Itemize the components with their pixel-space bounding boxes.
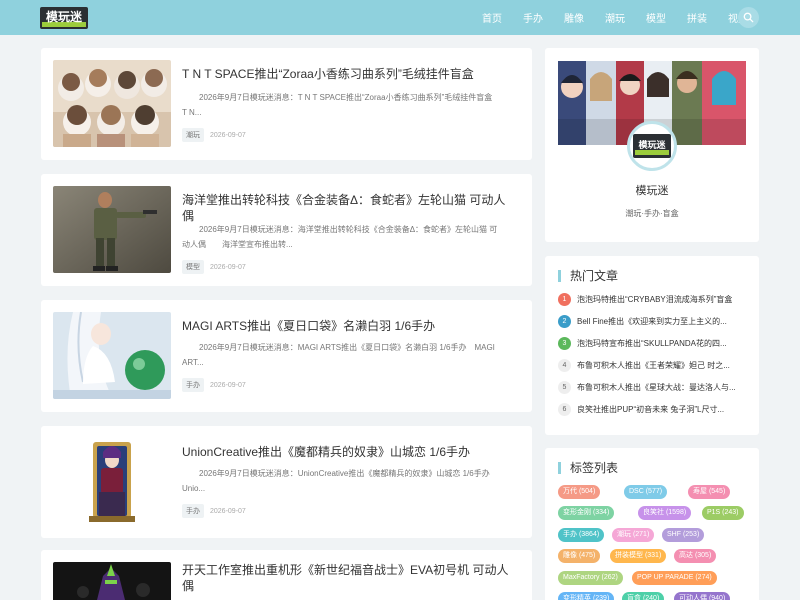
nav-item-statues[interactable]: 雕像 bbox=[564, 10, 584, 25]
rank-badge: 6 bbox=[558, 402, 571, 416]
tag-pill[interactable]: MaxFactory (262) bbox=[558, 571, 623, 585]
article-title[interactable]: 开天工作室推出重机形《新世纪福音战士》EVA初号机 可动人偶 bbox=[182, 562, 512, 594]
hot-article-item[interactable]: 1 泡泡玛特推出“CRYBABY泪流成海系列”盲盒 bbox=[558, 292, 748, 306]
hot-articles-widget: 热门文章 1 泡泡玛特推出“CRYBABY泪流成海系列”盲盒 2 Bell Fi… bbox=[545, 256, 759, 435]
profile-name: 模玩迷 bbox=[635, 185, 669, 197]
profile-card: 模玩迷 模玩迷 潮玩·手办·盲盒 bbox=[545, 48, 759, 242]
article-date: 2026-09-07 bbox=[210, 263, 246, 271]
hot-article-item[interactable]: 6 良笑社推出PUP“初音未来 兔子洞”L尺寸... bbox=[558, 402, 748, 416]
hot-article-title[interactable]: Bell Fine推出《欢迎来到实力至上主义的... bbox=[577, 316, 727, 327]
hot-articles-title: 热门文章 bbox=[558, 270, 618, 282]
nav-item-kits[interactable]: 拼装 bbox=[687, 10, 707, 25]
rank-badge: 5 bbox=[558, 380, 571, 394]
tag-pill[interactable]: 拼装模型 (331) bbox=[610, 549, 667, 563]
tag-list-title: 标签列表 bbox=[558, 462, 618, 474]
hot-article-item[interactable]: 4 布鲁可积木人推出《王者荣耀》妲己 时之... bbox=[558, 358, 748, 372]
article-title[interactable]: 海洋堂推出转轮科技《合金装备Δ：食蛇者》左轮山猫 可动人偶 bbox=[182, 192, 512, 224]
article-thumbnail[interactable] bbox=[53, 60, 171, 147]
article-card: 开天工作室推出重机形《新世纪福音战士》EVA初号机 可动人偶 bbox=[41, 550, 532, 600]
tag-pill[interactable]: 寿屋 (545) bbox=[688, 485, 731, 499]
tag-pill[interactable]: 万代 (504) bbox=[558, 485, 601, 499]
main-nav: 首页 手办 雕像 潮玩 模型 拼装 视频 bbox=[461, 0, 748, 35]
tag-pill[interactable]: DSC (577) bbox=[624, 485, 668, 499]
article-thumbnail[interactable] bbox=[53, 562, 171, 600]
article-title[interactable]: MAGI ARTS推出《夏日口袋》名濑白羽 1/6手办 bbox=[182, 318, 512, 334]
article-card: T N T SPACE推出“Zoraa小香练习曲系列”毛绒挂件盲盒 2026年9… bbox=[41, 48, 532, 160]
nav-item-home[interactable]: 首页 bbox=[482, 10, 502, 25]
tag-pill[interactable]: 手办 (3864) bbox=[558, 528, 605, 542]
article-date: 2026-09-07 bbox=[210, 507, 246, 515]
hot-article-item[interactable]: 3 泡泡玛特宣布推出“SKULLPANDA花的四... bbox=[558, 336, 748, 350]
article-excerpt: 2026年9月7日模玩迷消息：MAGI ARTS推出《夏日口袋》名濑白羽 1/6… bbox=[182, 343, 495, 367]
search-icon bbox=[743, 12, 754, 23]
article-category-tag[interactable]: 潮玩 bbox=[182, 128, 204, 142]
tag-pill[interactable]: 变形金刚 (334) bbox=[558, 506, 615, 520]
search-button[interactable] bbox=[738, 7, 759, 28]
article-excerpt: 2026年9月7日模玩迷消息：UnionCreative推出《魔都精兵的奴隶》山… bbox=[182, 469, 506, 493]
article-meta: 手办 2026-09-07 bbox=[182, 378, 246, 392]
tag-pill[interactable]: 良笑社 (1598) bbox=[638, 506, 692, 520]
article-meta: 潮玩 2026-09-07 bbox=[182, 128, 246, 142]
article-thumbnail[interactable] bbox=[53, 186, 171, 273]
hot-article-title[interactable]: 泡泡玛特宣布推出“SKULLPANDA花的四... bbox=[577, 338, 727, 349]
article-title[interactable]: T N T SPACE推出“Zoraa小香练习曲系列”毛绒挂件盲盒 bbox=[182, 66, 512, 82]
nav-item-figures[interactable]: 手办 bbox=[523, 10, 543, 25]
article-title[interactable]: UnionCreative推出《魔都精兵的奴隶》山城恋 1/6手办 bbox=[182, 444, 512, 460]
article-excerpt: 2026年9月7日模玩迷消息：T N T SPACE推出“Zoraa小香练习曲系… bbox=[182, 93, 509, 117]
logo-text: 模玩迷 bbox=[46, 9, 83, 24]
tag-pill[interactable]: SHF (253) bbox=[662, 528, 705, 542]
tag-pill[interactable]: 变形精英 (239) bbox=[558, 592, 615, 600]
tag-pill[interactable]: 可动人偶 (940) bbox=[674, 592, 731, 600]
site-logo[interactable]: 模玩迷 bbox=[40, 7, 88, 29]
article-category-tag[interactable]: 手办 bbox=[182, 504, 204, 518]
tag-pill[interactable]: 雕像 (475) bbox=[558, 549, 601, 563]
nav-item-models[interactable]: 模型 bbox=[646, 10, 666, 25]
tag-pill[interactable]: 盲盒 (240) bbox=[622, 592, 665, 600]
hot-article-item[interactable]: 5 布鲁可积木人推出《星球大战：曼达洛人与... bbox=[558, 380, 748, 394]
nav-item-trendy-toys[interactable]: 潮玩 bbox=[605, 10, 625, 25]
hot-article-title[interactable]: 良笑社推出PUP“初音未来 兔子洞”L尺寸... bbox=[577, 404, 724, 415]
hot-article-title[interactable]: 泡泡玛特推出“CRYBABY泪流成海系列”盲盒 bbox=[577, 294, 732, 305]
article-card: 海洋堂推出转轮科技《合金装备Δ：食蛇者》左轮山猫 可动人偶 2026年9月7日模… bbox=[41, 174, 532, 286]
rank-badge: 1 bbox=[558, 292, 571, 306]
profile-description: 潮玩·手办·盲盒 bbox=[625, 209, 679, 218]
article-date: 2026-09-07 bbox=[210, 131, 246, 139]
tag-pill[interactable]: P1S (243) bbox=[702, 506, 744, 520]
hot-article-title[interactable]: 布鲁可积木人推出《王者荣耀》妲己 时之... bbox=[577, 360, 730, 371]
tag-list-widget: 标签列表 万代 (504) DSC (577) 寿屋 (545) 变形金刚 (3… bbox=[545, 448, 759, 600]
tag-pill[interactable]: POP UP PARADE (274) bbox=[632, 571, 717, 585]
article-card: MAGI ARTS推出《夏日口袋》名濑白羽 1/6手办 2026年9月7日模玩迷… bbox=[41, 300, 532, 412]
top-header: 模玩迷 首页 手办 雕像 潮玩 模型 拼装 视频 bbox=[0, 0, 800, 35]
avatar[interactable]: 模玩迷 bbox=[627, 121, 677, 171]
article-meta: 模型 2026-09-07 bbox=[182, 260, 246, 274]
avatar-logo-text: 模玩迷 bbox=[638, 139, 666, 151]
hot-article-item[interactable]: 2 Bell Fine推出《欢迎来到实力至上主义的... bbox=[558, 314, 748, 328]
tag-pill[interactable]: 潮玩 (271) bbox=[612, 528, 655, 542]
rank-badge: 2 bbox=[558, 314, 571, 328]
article-category-tag[interactable]: 手办 bbox=[182, 378, 204, 392]
article-meta: 手办 2026-09-07 bbox=[182, 504, 246, 518]
hot-article-title[interactable]: 布鲁可积木人推出《星球大战：曼达洛人与... bbox=[577, 382, 736, 393]
article-excerpt: 2026年9月7日模玩迷消息：海洋堂推出转轮科技《合金装备Δ：食蛇者》左轮山猫 … bbox=[182, 225, 498, 249]
rank-badge: 4 bbox=[558, 358, 571, 372]
article-thumbnail[interactable] bbox=[53, 438, 171, 525]
article-date: 2026-09-07 bbox=[210, 381, 246, 389]
rank-badge: 3 bbox=[558, 336, 571, 350]
article-category-tag[interactable]: 模型 bbox=[182, 260, 204, 274]
article-thumbnail[interactable] bbox=[53, 312, 171, 399]
article-card: UnionCreative推出《魔都精兵的奴隶》山城恋 1/6手办 2026年9… bbox=[41, 426, 532, 538]
tag-pill[interactable]: 高达 (305) bbox=[674, 549, 717, 563]
